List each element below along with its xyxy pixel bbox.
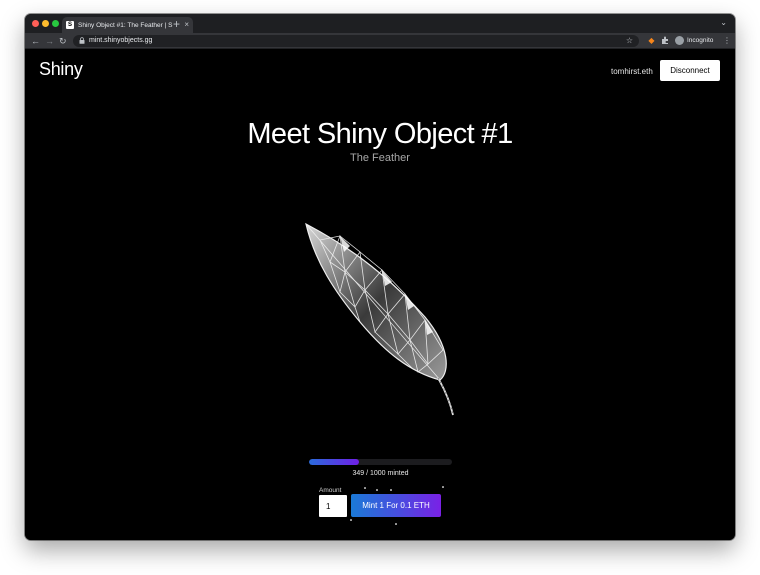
tab-search-chevron-icon[interactable]: ⌄ xyxy=(720,18,727,27)
minimize-window-icon[interactable] xyxy=(42,20,49,27)
forward-arrow-icon[interactable]: → xyxy=(45,35,54,47)
browser-toolbar: ← → ↻ mint.shinyobjects.gg ☆ ◆ Incognito… xyxy=(25,33,735,49)
reload-icon[interactable]: ↻ xyxy=(59,35,67,47)
tab-favicon-icon: S xyxy=(66,21,74,29)
maximize-window-icon[interactable] xyxy=(52,20,59,27)
browser-window: S Shiny Object #1: The Feather | S × + ⌄… xyxy=(25,14,735,540)
metamask-fox-icon[interactable]: ◆ xyxy=(647,36,656,45)
tab-close-icon[interactable]: × xyxy=(184,20,189,29)
account-name: tomhirst.eth xyxy=(611,67,653,76)
disconnect-button[interactable]: Disconnect xyxy=(660,60,720,81)
amount-input[interactable] xyxy=(319,495,347,517)
logo[interactable]: Shiny xyxy=(39,59,83,80)
new-tab-icon[interactable]: + xyxy=(173,17,180,31)
browser-menu-icon[interactable]: ⋮ xyxy=(723,35,731,47)
tab-title: Shiny Object #1: The Feather | S xyxy=(78,21,173,29)
incognito-avatar-icon[interactable] xyxy=(675,36,684,45)
page-content: Shiny tomhirst.eth Disconnect Meet Shiny… xyxy=(25,50,735,540)
back-arrow-icon[interactable]: ← xyxy=(31,35,40,47)
sparkle-dot xyxy=(364,487,366,489)
lock-icon xyxy=(79,37,85,44)
mint-progress-bar xyxy=(309,459,452,465)
feather-artwork xyxy=(305,222,454,416)
bookmark-star-icon[interactable]: ☆ xyxy=(626,35,633,47)
mint-button[interactable]: Mint 1 For 0.1 ETH xyxy=(351,494,441,517)
page-subtitle: The Feather xyxy=(350,152,410,164)
sparkle-dot xyxy=(442,486,444,488)
address-bar[interactable]: mint.shinyobjects.gg ☆ xyxy=(73,35,639,47)
sparkle-dot xyxy=(350,519,352,521)
profile-label[interactable]: Incognito xyxy=(687,35,713,47)
mint-progress-fill xyxy=(309,459,359,465)
url-text: mint.shinyobjects.gg xyxy=(89,37,153,44)
sparkle-dot xyxy=(395,523,397,525)
extensions-puzzle-icon[interactable] xyxy=(661,36,670,45)
close-window-icon[interactable] xyxy=(32,20,39,27)
minted-count-label: 349 / 1000 minted xyxy=(352,470,409,477)
sparkle-dot xyxy=(376,489,378,491)
amount-label: Amount xyxy=(319,487,342,494)
page-title: Meet Shiny Object #1 xyxy=(247,118,513,150)
sparkle-dot xyxy=(390,489,392,491)
tab-strip: S Shiny Object #1: The Feather | S × + ⌄ xyxy=(25,14,735,33)
